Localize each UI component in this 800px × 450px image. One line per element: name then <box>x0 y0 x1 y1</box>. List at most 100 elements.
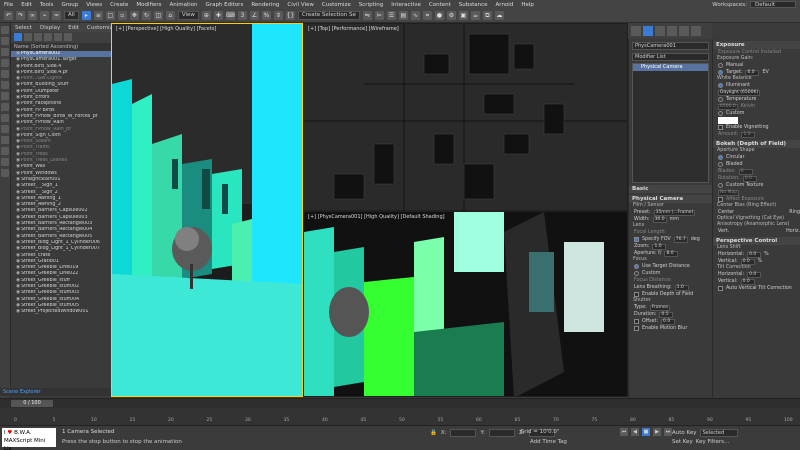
offset-checkbox[interactable] <box>634 319 639 324</box>
circular-radio[interactable] <box>718 155 723 160</box>
custom-texture-radio[interactable] <box>718 183 723 188</box>
select-manipulate-icon[interactable]: ✚ <box>213 11 223 20</box>
rollout-bokeh[interactable]: Bokeh (Depth of Field) <box>713 140 800 148</box>
menu-interactive[interactable]: Interactive <box>391 2 421 8</box>
motion-blur-checkbox[interactable] <box>634 326 639 331</box>
keyboard-shortcut-icon[interactable]: ⌨ <box>225 11 235 20</box>
illuminant-radio[interactable] <box>718 83 723 88</box>
menu-substance[interactable]: Substance <box>459 2 488 8</box>
layer-explorer-icon[interactable]: ☰ <box>386 11 396 20</box>
percent-snap-icon[interactable]: % <box>261 11 271 20</box>
aperture-field[interactable]: 8.0 <box>664 250 679 257</box>
tilt-vertical-field[interactable]: 0.0 <box>740 278 755 285</box>
strip-button-icon[interactable] <box>1 81 9 89</box>
use-target-radio[interactable] <box>634 264 639 269</box>
exposure-control-button[interactable]: Exposure Control Installed <box>718 50 781 55</box>
undo-icon[interactable]: ↶ <box>4 11 13 20</box>
rollout-basic[interactable]: Basic <box>629 185 712 193</box>
custom-color-swatch[interactable] <box>718 117 738 124</box>
modifier-list-dropdown[interactable]: Modifier List <box>632 53 709 61</box>
selected-dropdown[interactable]: Selected <box>699 429 738 437</box>
pivot-center-icon[interactable]: ⊕ <box>201 11 211 20</box>
target-field[interactable]: 6.0 <box>745 69 760 76</box>
menu-modifiers[interactable]: Modifiers <box>136 2 161 8</box>
menu-group[interactable]: Group <box>61 2 78 8</box>
angle-snap-icon[interactable]: ∠ <box>249 11 259 20</box>
strip-button-icon[interactable] <box>1 59 9 67</box>
modify-tab-icon[interactable] <box>643 26 653 36</box>
viewport-top[interactable]: [+] [Top] [Performance] [Wireframe] <box>303 23 628 211</box>
custom-wb-radio[interactable] <box>718 111 723 116</box>
window-crossing-icon[interactable]: ▫ <box>117 11 127 20</box>
auto-key-button[interactable]: Auto Key <box>672 430 697 436</box>
rotation-field[interactable]: 0.0 <box>742 175 757 182</box>
display-cameras-icon[interactable] <box>44 33 52 41</box>
curve-editor-icon[interactable]: ∿ <box>410 11 420 20</box>
vignetting-checkbox[interactable] <box>718 125 723 130</box>
motion-tab-icon[interactable] <box>667 26 677 36</box>
lens-breathing-field[interactable]: 1.0 <box>674 284 689 291</box>
preset-dropdown[interactable]: 35mm (...Frame) <box>653 209 696 216</box>
mirror-icon[interactable]: ⇋ <box>362 11 372 20</box>
rendered-frame-window-icon[interactable]: ▣ <box>458 11 468 20</box>
blades-field[interactable]: 6 <box>738 168 753 175</box>
selection-filter-dropdown[interactable]: All <box>64 11 79 20</box>
auto-vertical-checkbox[interactable] <box>718 286 723 291</box>
stack-item-physical-camera[interactable]: Physical Camera <box>633 64 708 71</box>
scene-explorer-tab[interactable]: Scene Explorer <box>0 388 111 396</box>
fov-field[interactable]: 76.7 <box>673 236 688 243</box>
rect-selection-icon[interactable]: □ <box>105 11 115 20</box>
render-iterative-icon[interactable]: ⧉ <box>482 11 492 20</box>
display-shapes-icon[interactable] <box>24 33 32 41</box>
strip-button-icon[interactable] <box>1 114 9 122</box>
menu-edit[interactable]: Edit <box>21 2 32 8</box>
affect-exposure-checkbox[interactable] <box>718 197 723 202</box>
menu-scripting[interactable]: Scripting <box>359 2 383 8</box>
scale-icon[interactable]: ◫ <box>153 11 163 20</box>
track-bar[interactable]: 0 5 10 15 20 25 30 35 40 45 50 55 60 65 70 75 80 85 90 95 10… <box>0 408 800 426</box>
menu-arnold[interactable]: Arnold <box>496 2 514 8</box>
strip-button-icon[interactable] <box>1 136 9 144</box>
scene-menu-select[interactable]: Select <box>15 25 32 31</box>
key-filters-button[interactable]: Key Filters... <box>696 439 729 445</box>
menu-rendering[interactable]: Rendering <box>251 2 279 8</box>
add-time-tag[interactable]: Add Time Tag <box>530 439 567 445</box>
strip-button-icon[interactable] <box>1 26 9 34</box>
display-lights-icon[interactable] <box>34 33 42 41</box>
strip-button-icon[interactable] <box>1 125 9 133</box>
illuminant-dropdown[interactable]: Daylight (6500K) <box>718 89 761 96</box>
select-by-name-icon[interactable]: ≡ <box>93 11 103 20</box>
strip-button-icon[interactable] <box>1 92 9 100</box>
rotate-icon[interactable]: ↻ <box>141 11 151 20</box>
menu-animation[interactable]: Animation <box>170 2 198 8</box>
scene-explorer-icon[interactable]: ▤ <box>398 11 408 20</box>
spinner-snap-icon[interactable]: ⇕ <box>273 11 283 20</box>
snaps-toggle-icon[interactable]: 3 <box>237 11 247 20</box>
display-helpers-icon[interactable] <box>54 33 62 41</box>
rollout-perspective-control[interactable]: Perspective Control <box>713 237 800 245</box>
menu-graph-editors[interactable]: Graph Editors <box>206 2 244 8</box>
strip-button-icon[interactable] <box>1 37 9 45</box>
go-to-start-icon[interactable]: ⏮ <box>620 428 628 436</box>
bind-space-warp-icon[interactable]: ≈ <box>52 11 61 20</box>
filter-icon[interactable] <box>64 33 72 41</box>
placement-icon[interactable]: ⌂ <box>165 11 175 20</box>
custom-focus-radio[interactable] <box>634 271 639 276</box>
menu-civil-view[interactable]: Civil View <box>287 2 313 8</box>
create-tab-icon[interactable] <box>631 26 641 36</box>
list-item[interactable]: ◉Street_ProjectedWindow001 <box>11 309 111 315</box>
temperature-radio[interactable] <box>718 97 723 102</box>
utilities-tab-icon[interactable] <box>691 26 701 36</box>
previous-frame-icon[interactable]: ◀ <box>631 428 639 436</box>
strip-button-icon[interactable] <box>1 70 9 78</box>
menu-help[interactable]: Help <box>521 2 534 8</box>
bladed-radio[interactable] <box>718 162 723 167</box>
material-editor-icon[interactable]: ● <box>434 11 444 20</box>
duration-field[interactable]: 0.5 <box>659 311 674 318</box>
menu-content[interactable]: Content <box>429 2 451 8</box>
strip-button-icon[interactable] <box>1 48 9 56</box>
strip-button-icon[interactable] <box>1 169 9 177</box>
align-icon[interactable]: ⊨ <box>374 11 384 20</box>
named-selection-sets-dropdown[interactable]: Create Selection Se <box>297 11 360 20</box>
menu-views[interactable]: Views <box>86 2 102 8</box>
